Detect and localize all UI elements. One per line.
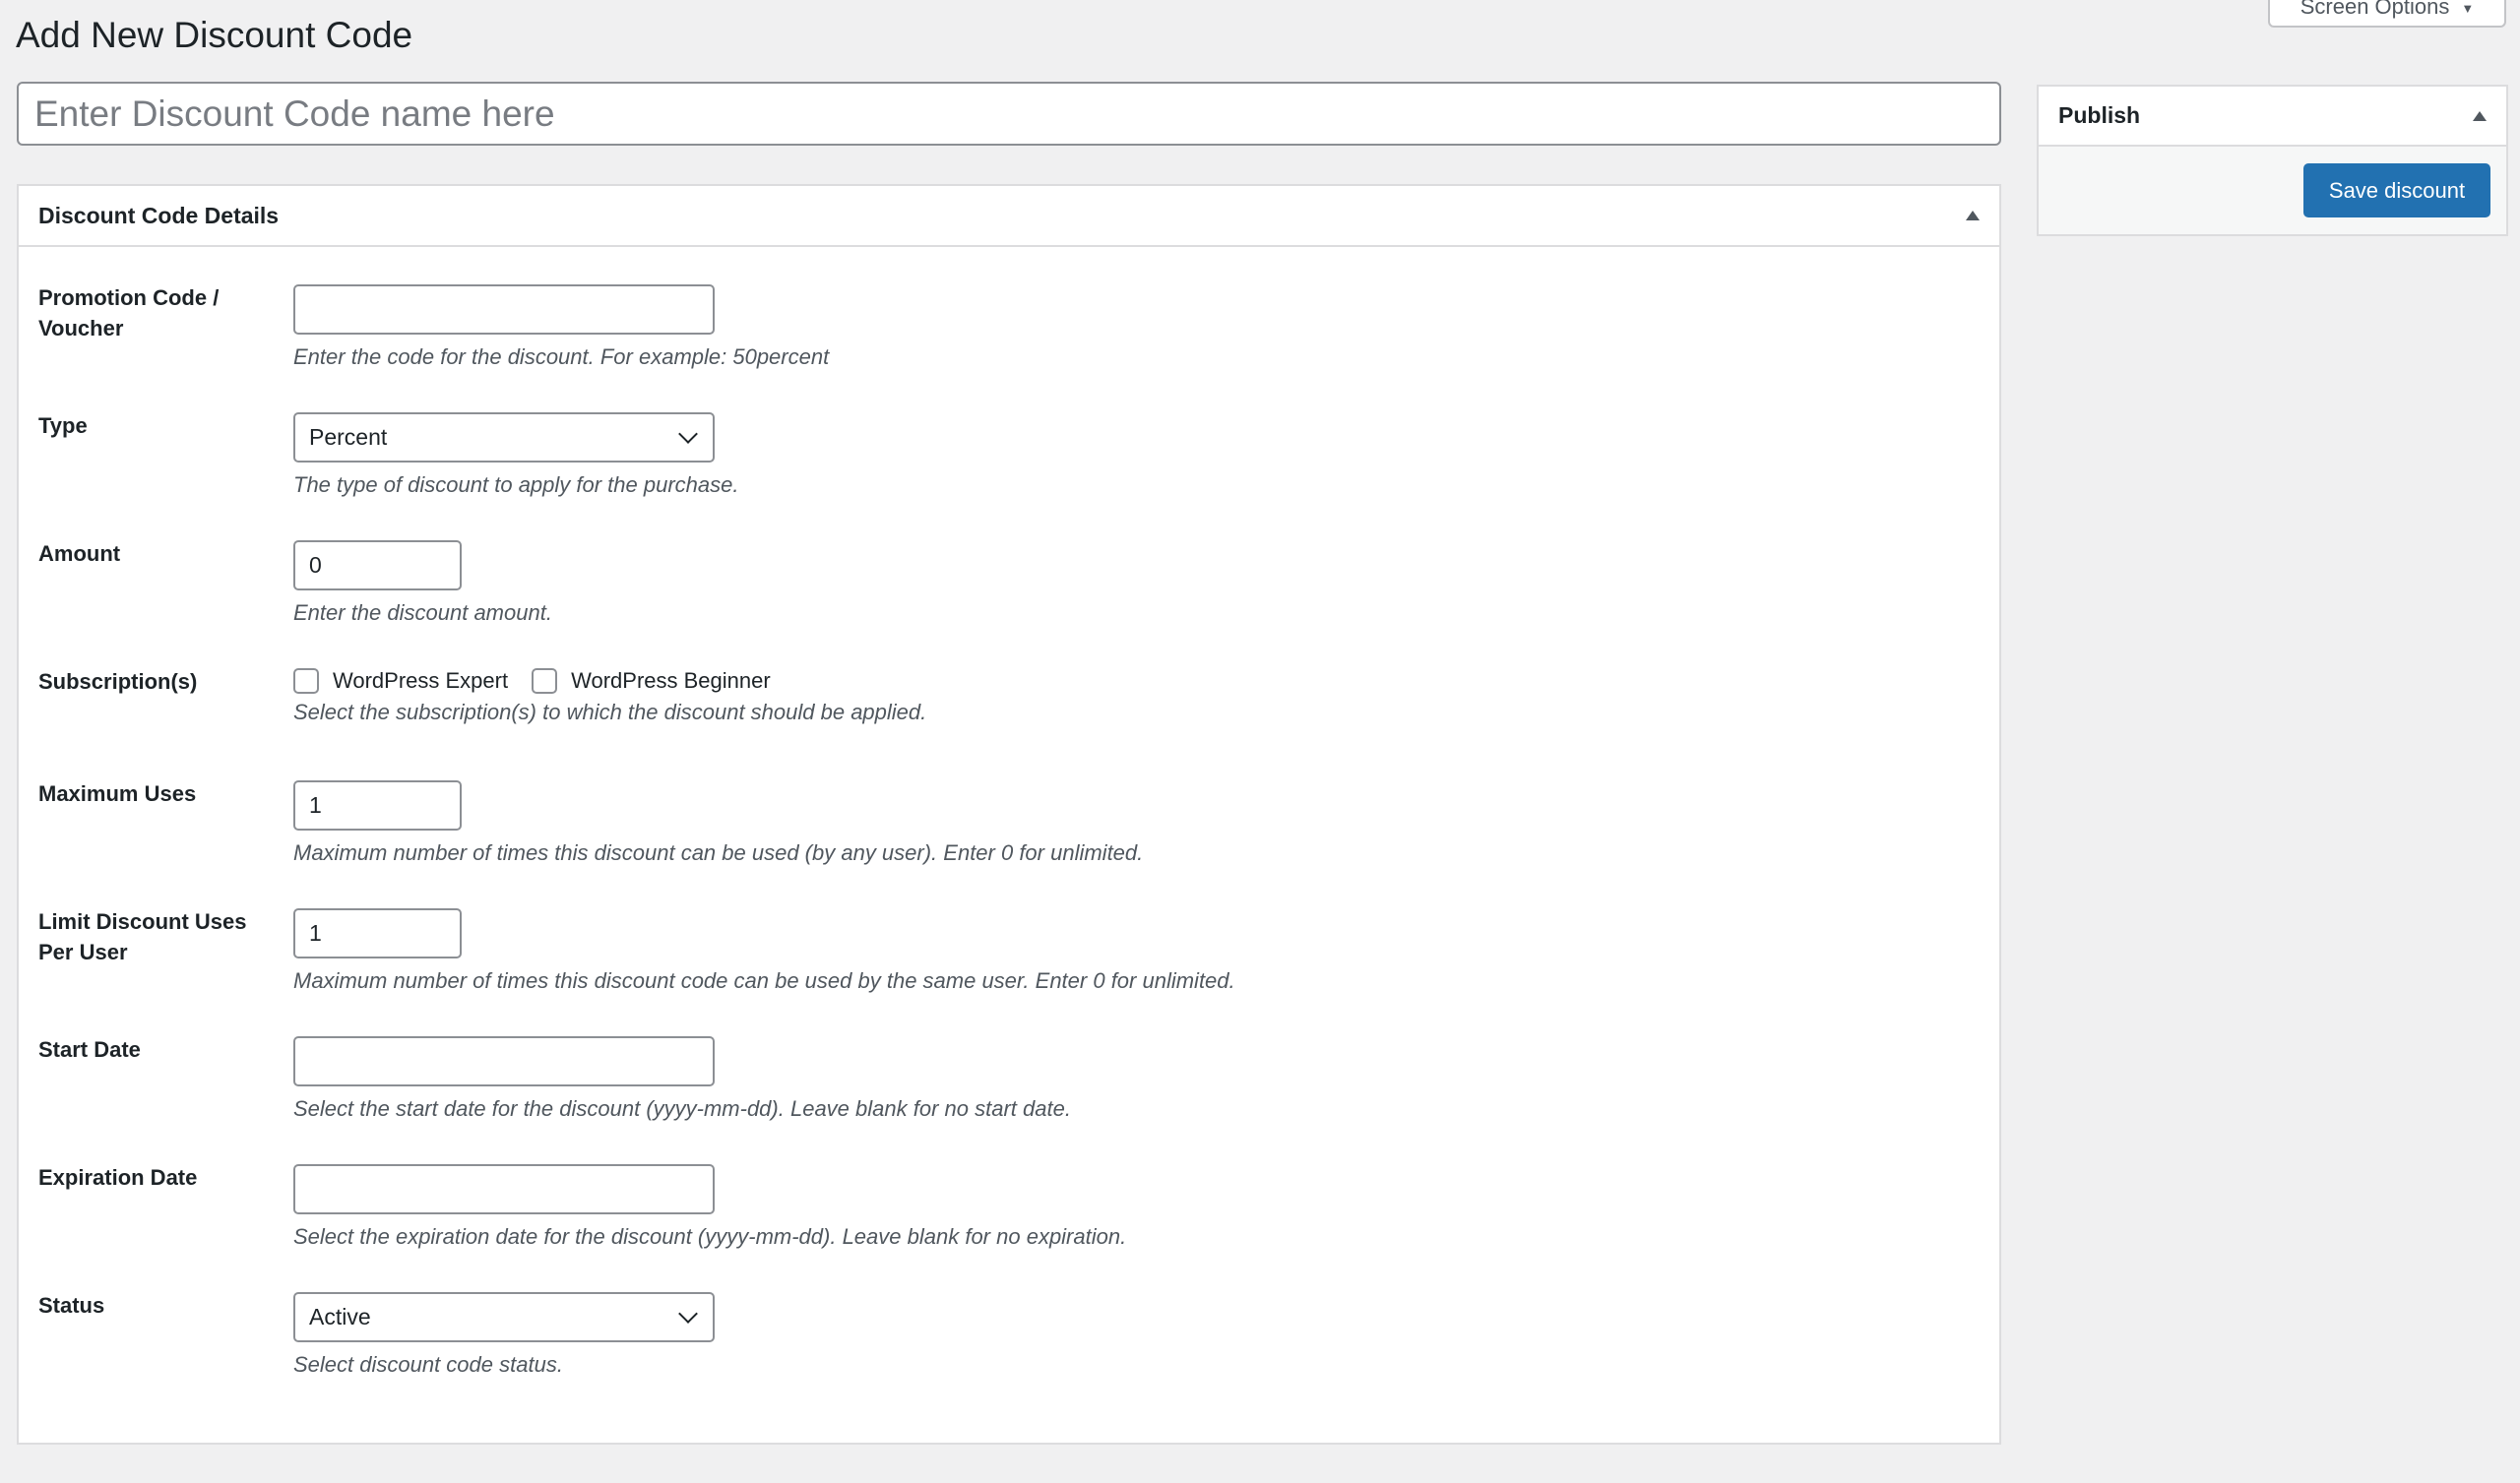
details-title: Discount Code Details [38,202,280,228]
checkbox-wordpress-beginner[interactable] [532,668,558,694]
type-selected-value: Percent [309,424,388,450]
publish-title: Publish [2058,102,2141,128]
publish-header: Publish [2039,87,2506,147]
expiration-date-input[interactable] [293,1164,715,1214]
collapse-arrow-icon[interactable] [1966,211,1980,220]
field-description: Select the expiration date for the disco… [293,1224,1127,1249]
checkbox-label: WordPress Expert [333,668,509,693]
field-description: Maximum number of times this discount ca… [293,840,1144,865]
field-label: Start Date [38,1037,141,1062]
save-discount-button[interactable]: Save discount [2303,163,2490,217]
publish-box: Publish Save discount [2037,85,2508,236]
field-label: Promotion Code / Voucher [38,285,220,340]
field-description: Select the start date for the discount (… [293,1096,1071,1121]
status-select[interactable]: Active [293,1292,715,1342]
field-label: Limit Discount Uses Per User [38,909,247,964]
checkbox-label: WordPress Beginner [571,668,771,693]
field-description: Maximum number of times this discount co… [293,968,1235,993]
page-title: Add New Discount Code [16,15,413,55]
chevron-down-icon [678,423,698,444]
details-header: Discount Code Details [19,186,1999,247]
field-description: Select discount code status. [293,1352,563,1377]
maximum-uses-input[interactable] [293,780,462,831]
field-label: Subscription(s) [38,669,198,694]
field-label: Maximum Uses [38,781,197,806]
discount-details-box: Discount Code Details Promotion Code / V… [17,184,2001,1445]
chevron-down-icon [678,1303,698,1324]
screen-options-label: Screen Options [2300,0,2450,19]
promotion-code-input[interactable] [293,284,715,335]
subscription-checkbox-group: WordPress Expert WordPress Beginner [293,664,926,698]
field-label: Amount [38,541,121,566]
checkbox-wordpress-expert[interactable] [293,668,319,694]
caret-down-icon: ▼ [2461,1,2475,16]
publish-body: Save discount [2039,147,2506,234]
discount-name-input[interactable] [17,82,2001,146]
field-description: Enter the code for the discount. For exa… [293,344,830,369]
field-description: The type of discount to apply for the pu… [293,472,739,497]
start-date-input[interactable] [293,1036,715,1086]
field-label: Expiration Date [38,1165,198,1190]
field-description: Select the subscription(s) to which the … [293,700,927,724]
collapse-arrow-icon[interactable] [2473,110,2487,121]
limit-per-user-input[interactable] [293,908,462,958]
type-select[interactable]: Percent [293,412,715,463]
amount-input[interactable] [293,540,462,590]
status-selected-value: Active [309,1304,371,1329]
screen-options-button[interactable]: Screen Options ▼ [2268,0,2506,28]
field-label: Status [38,1293,105,1318]
field-label: Type [38,413,88,438]
field-description: Enter the discount amount. [293,600,552,625]
